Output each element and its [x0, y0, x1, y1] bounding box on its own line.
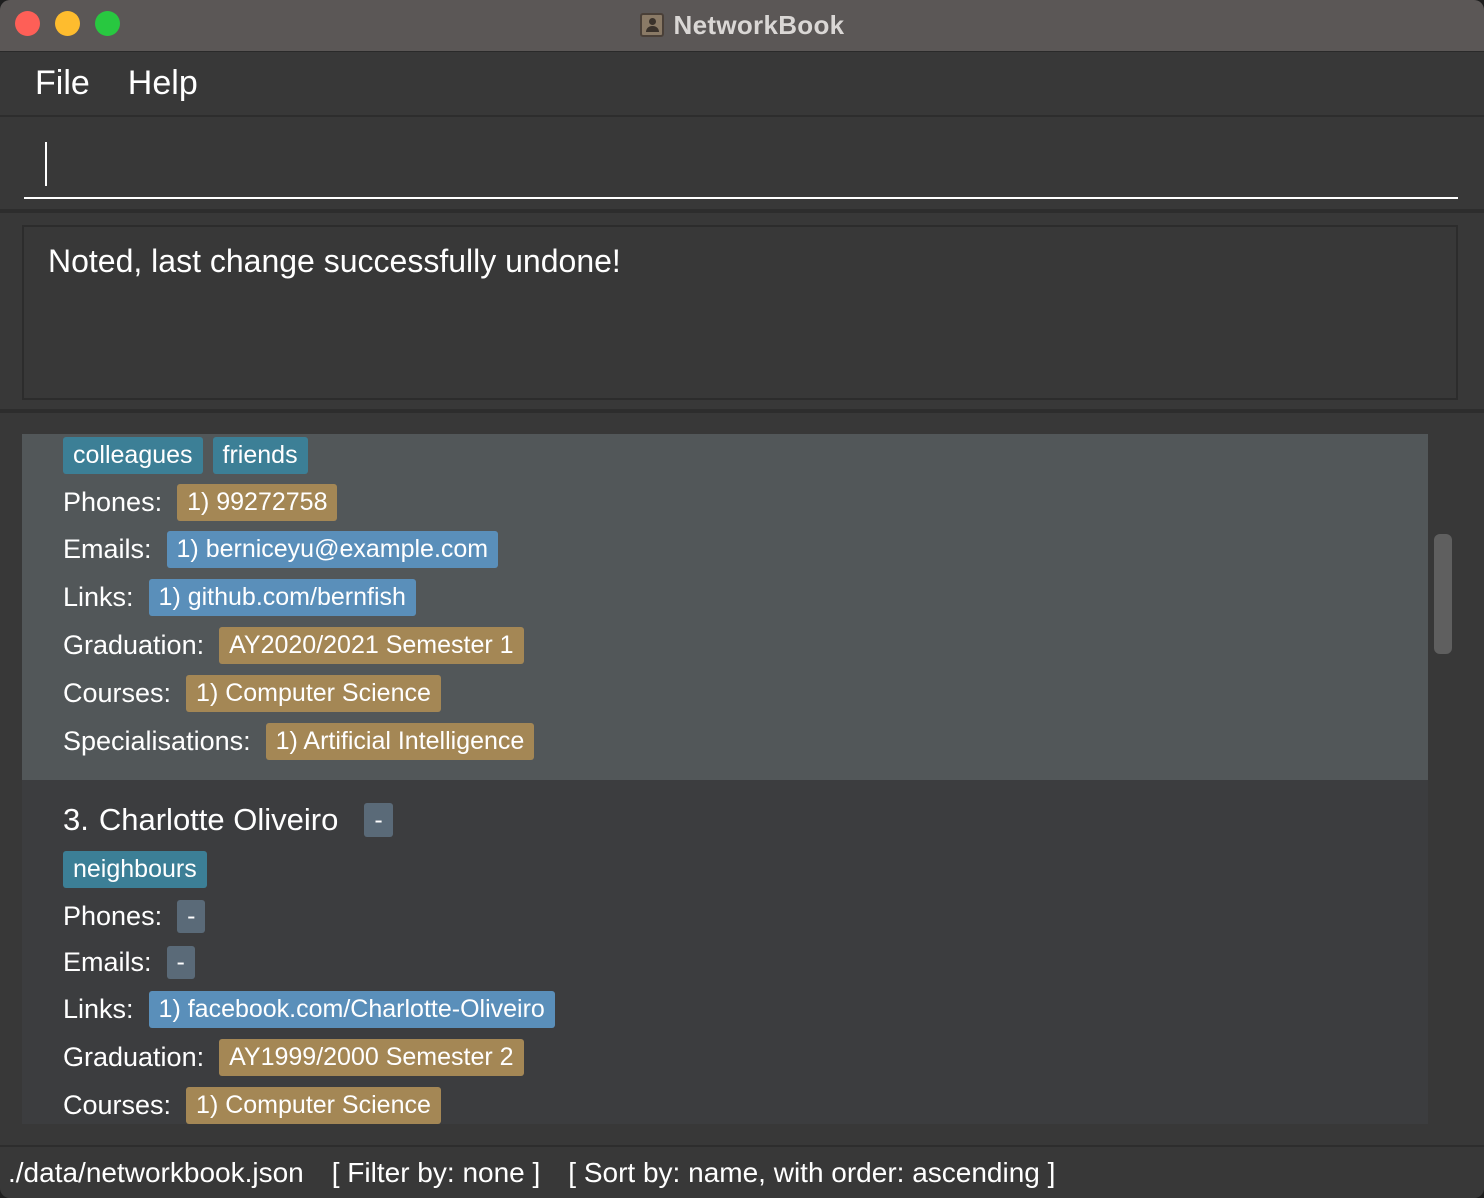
emails-label: Emails: [63, 533, 152, 564]
phone-chip: 1) 99272758 [177, 483, 338, 521]
name-row: 3. Charlotte Oliveiro - [63, 801, 393, 839]
graduation-row: Graduation: AY1999/2000 Semester 2 [63, 1038, 524, 1076]
command-input[interactable] [24, 137, 1458, 199]
menu-file[interactable]: File [35, 64, 90, 103]
contact-list-scrollbar[interactable] [1430, 434, 1456, 1124]
tags-row: neighbours [63, 850, 207, 888]
app-window: NetworkBook File Help Noted, last change… [0, 0, 1484, 1198]
email-empty-chip: - [166, 945, 195, 979]
status-bar: ./data/networkbook.json [ Filter by: non… [0, 1145, 1484, 1198]
tag-chip: colleagues [63, 436, 203, 474]
course-chip: 1) Computer Science [186, 1086, 441, 1124]
links-row: Links: 1) facebook.com/Charlotte-Oliveir… [63, 990, 555, 1028]
specialisations-row: Specialisations: 1) Artificial Intellige… [63, 722, 535, 760]
contact-list[interactable]: colleagues friends Phones: 1) 99272758 E… [22, 434, 1428, 1124]
status-sort: [ Sort by: name, with order: ascending ] [568, 1156, 1056, 1188]
specialisation-chip: 1) Artificial Intelligence [265, 722, 535, 760]
result-message: Noted, last change successfully undone! [48, 243, 621, 279]
result-display[interactable]: Noted, last change successfully undone! [22, 225, 1458, 400]
contact-list-area: colleagues friends Phones: 1) 99272758 E… [0, 413, 1484, 1145]
links-label: Links: [63, 993, 134, 1024]
specialisations-label: Specialisations: [63, 725, 251, 756]
contact-index: 3. [63, 802, 89, 837]
graduation-chip: AY1999/2000 Semester 2 [219, 1038, 524, 1076]
title-bar[interactable]: NetworkBook [0, 0, 1484, 52]
graduation-chip: AY2020/2021 Semester 1 [219, 626, 524, 664]
command-box-area [0, 117, 1484, 213]
emails-row: Emails: - [63, 943, 195, 981]
links-row: Links: 1) github.com/bernfish [63, 578, 416, 616]
phone-empty-chip: - [177, 899, 206, 933]
courses-label: Courses: [63, 677, 172, 708]
contact-card[interactable]: 3. Charlotte Oliveiro - neighbours Phone… [22, 780, 1428, 1124]
scrollbar-thumb[interactable] [1434, 534, 1452, 654]
courses-row: Courses: 1) Computer Science [63, 1086, 441, 1124]
phones-row: Phones: 1) 99272758 [63, 483, 338, 521]
tag-chip: friends [212, 436, 308, 474]
menu-bar: File Help [0, 52, 1484, 117]
graduation-label: Graduation: [63, 1041, 205, 1072]
window-title: NetworkBook [673, 9, 845, 40]
phones-label: Phones: [63, 900, 163, 931]
tag-chip: neighbours [63, 850, 207, 888]
contact-card[interactable]: colleagues friends Phones: 1) 99272758 E… [22, 434, 1428, 780]
phones-row: Phones: - [63, 897, 206, 935]
menu-help[interactable]: Help [128, 64, 198, 103]
text-caret [45, 142, 47, 186]
graduation-label: Graduation: [63, 629, 205, 660]
status-file-path: ./data/networkbook.json [8, 1156, 304, 1188]
link-chip[interactable]: 1) facebook.com/Charlotte-Oliveiro [148, 990, 555, 1028]
phones-label: Phones: [63, 486, 163, 517]
graduation-row: Graduation: AY2020/2021 Semester 1 [63, 626, 524, 664]
contact-book-icon [639, 13, 664, 37]
emails-row: Emails: 1) berniceyu@example.com [63, 530, 499, 568]
result-display-area: Noted, last change successfully undone! [0, 213, 1484, 413]
course-chip: 1) Computer Science [186, 674, 441, 712]
window-title-group: NetworkBook [0, 0, 1484, 50]
link-chip[interactable]: 1) github.com/bernfish [148, 578, 416, 616]
status-filter: [ Filter by: none ] [331, 1156, 541, 1188]
courses-row: Courses: 1) Computer Science [63, 674, 441, 712]
contact-name: Charlotte Oliveiro [98, 802, 339, 837]
links-label: Links: [63, 581, 134, 612]
name-badge: - [364, 803, 393, 837]
email-chip: 1) berniceyu@example.com [166, 530, 499, 568]
courses-label: Courses: [63, 1089, 172, 1120]
tags-row: colleagues friends [63, 436, 308, 474]
emails-label: Emails: [63, 946, 152, 977]
